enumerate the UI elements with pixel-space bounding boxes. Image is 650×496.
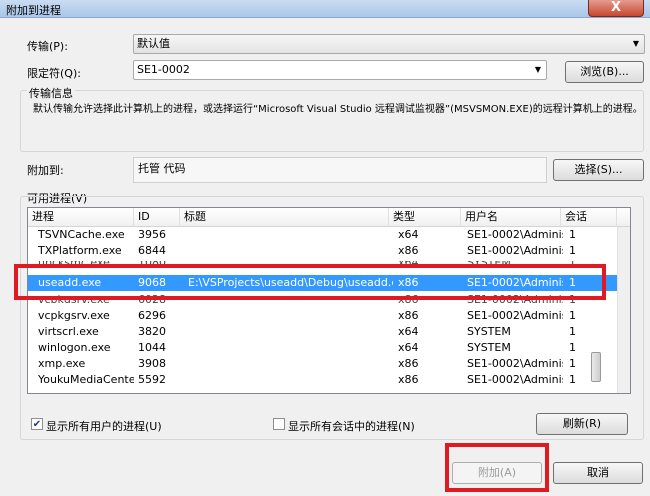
scrollbar-thumb[interactable]: [591, 352, 601, 382]
attach-button[interactable]: 附加(A): [452, 462, 542, 484]
table-row[interactable]: YoukuMediaCenter.... 5592 x86 SE1-0002\A…: [28, 372, 618, 388]
table-row[interactable]: xmp.exe 3908 x86 SE1-0002\Administ... 1: [28, 356, 618, 372]
cell-type: x86: [398, 244, 419, 257]
cell-title: [180, 340, 389, 356]
cell-title: [180, 227, 389, 243]
column-header-process[interactable]: 进程: [28, 208, 134, 227]
cell-id: 5592: [138, 373, 166, 386]
cell-title: [180, 243, 389, 259]
cell-type: x64: [398, 228, 419, 241]
cell-session: 1: [569, 228, 576, 241]
cell-id: 3820: [138, 325, 166, 338]
qualifier-combo[interactable]: SE1-0002 ▼: [133, 60, 547, 80]
cell-process: YoukuMediaCenter....: [38, 373, 134, 386]
column-header-session[interactable]: 会话: [561, 208, 617, 227]
cell-user: SE1-0002\Administ...: [467, 244, 563, 257]
cell-id: 3908: [138, 357, 166, 370]
show-all-sessions-checkbox[interactable]: [273, 418, 285, 430]
cell-session: 1: [569, 325, 576, 338]
cell-process: TXPlatform.exe: [38, 244, 122, 257]
close-button[interactable]: X: [588, 0, 644, 17]
cell-title: [180, 324, 389, 340]
qualifier-value: SE1-0002: [137, 63, 190, 76]
cell-session: 1: [569, 244, 576, 257]
cell-type: x64: [398, 341, 419, 354]
column-header-id[interactable]: ID: [134, 208, 180, 227]
cell-process: xmp.exe: [38, 357, 86, 370]
checkmark-icon: ✔: [32, 419, 42, 430]
table-row[interactable]: winlogon.exe 1044 x64 SYSTEM 1: [28, 340, 618, 356]
cell-process: winlogon.exe: [38, 341, 111, 354]
transport-label: 传输(P):: [27, 40, 68, 53]
cell-session: 1: [569, 309, 576, 322]
chevron-down-icon[interactable]: ▼: [532, 61, 544, 79]
cell-session: 1: [569, 357, 576, 370]
cell-title: [180, 356, 389, 372]
cell-user: SE1-0002\Administ...: [467, 373, 563, 386]
cell-type: x86: [398, 373, 419, 386]
show-all-users-checkbox[interactable]: ✔: [31, 418, 43, 430]
attach-to-label: 附加到:: [27, 164, 64, 177]
transport-info-text: 默认传输允许选择此计算机上的进程，或选择运行“Microsoft Visual …: [33, 104, 643, 115]
cell-title: [180, 308, 389, 324]
table-row[interactable]: vcpkgsrv.exe 6296 x86 SE1-0002\Administ.…: [28, 308, 618, 324]
cell-user: SYSTEM: [467, 325, 511, 338]
cell-type: x86: [398, 357, 419, 370]
cell-session: 1: [569, 341, 576, 354]
show-all-users-label[interactable]: 显示所有用户的进程(U): [46, 418, 162, 434]
cell-user: SYSTEM: [467, 341, 511, 354]
cell-user: SE1-0002\Administ...: [467, 228, 563, 241]
column-header-type[interactable]: 类型: [389, 208, 461, 227]
chevron-down-icon: ▼: [632, 39, 640, 48]
table-row[interactable]: virtscrl.exe 3820 x64 SYSTEM 1: [28, 324, 618, 340]
attach-to-field: 托管 代码: [133, 157, 547, 183]
process-list[interactable]: 进程 ID 标题 类型 用户名 会话 TSVNCache.exe 3956 x6…: [27, 207, 631, 394]
cell-id: 3956: [138, 228, 166, 241]
cell-process: virtscrl.exe: [38, 325, 99, 338]
select-code-type-button[interactable]: 选择(S)...: [553, 159, 644, 181]
process-list-header: 进程 ID 标题 类型 用户名 会话: [28, 208, 630, 227]
transport-select[interactable]: 默认值 ▼: [133, 34, 645, 54]
selected-row-highlight: [14, 264, 606, 300]
cell-process: TSVNCache.exe: [38, 228, 125, 241]
table-row[interactable]: TXPlatform.exe 6844 x86 SE1-0002\Adminis…: [28, 243, 618, 259]
cell-type: x64: [398, 325, 419, 338]
table-row[interactable]: TSVNCache.exe 3956 x64 SE1-0002\Administ…: [28, 227, 618, 243]
cell-id: 6844: [138, 244, 166, 257]
column-header-title[interactable]: 标题: [180, 208, 389, 227]
cell-id: 6296: [138, 309, 166, 322]
show-all-sessions-label[interactable]: 显示所有会话中的进程(N): [288, 418, 415, 434]
qualifier-label: 限定符(Q):: [27, 67, 81, 80]
cell-user: SE1-0002\Administ...: [467, 309, 563, 322]
process-list-scrollbar[interactable]: [617, 227, 630, 393]
window-title: 附加到进程: [6, 4, 61, 17]
cell-id: 1044: [138, 341, 166, 354]
transport-info-label: 传输信息: [27, 85, 75, 101]
cancel-button[interactable]: 取消: [553, 462, 643, 484]
cell-user: SE1-0002\Administ...: [467, 357, 563, 370]
refresh-button[interactable]: 刷新(R): [536, 413, 628, 435]
cell-title: [180, 372, 389, 388]
column-header-username[interactable]: 用户名: [461, 208, 561, 227]
cell-session: 1: [569, 373, 576, 386]
cell-type: x86: [398, 309, 419, 322]
transport-value: 默认值: [137, 37, 170, 50]
attach-to-value: 托管 代码: [138, 162, 186, 175]
title-bar: 附加到进程: [0, 0, 650, 18]
cell-process: vcpkgsrv.exe: [38, 309, 110, 322]
browse-button[interactable]: 浏览(B)...: [565, 61, 644, 83]
